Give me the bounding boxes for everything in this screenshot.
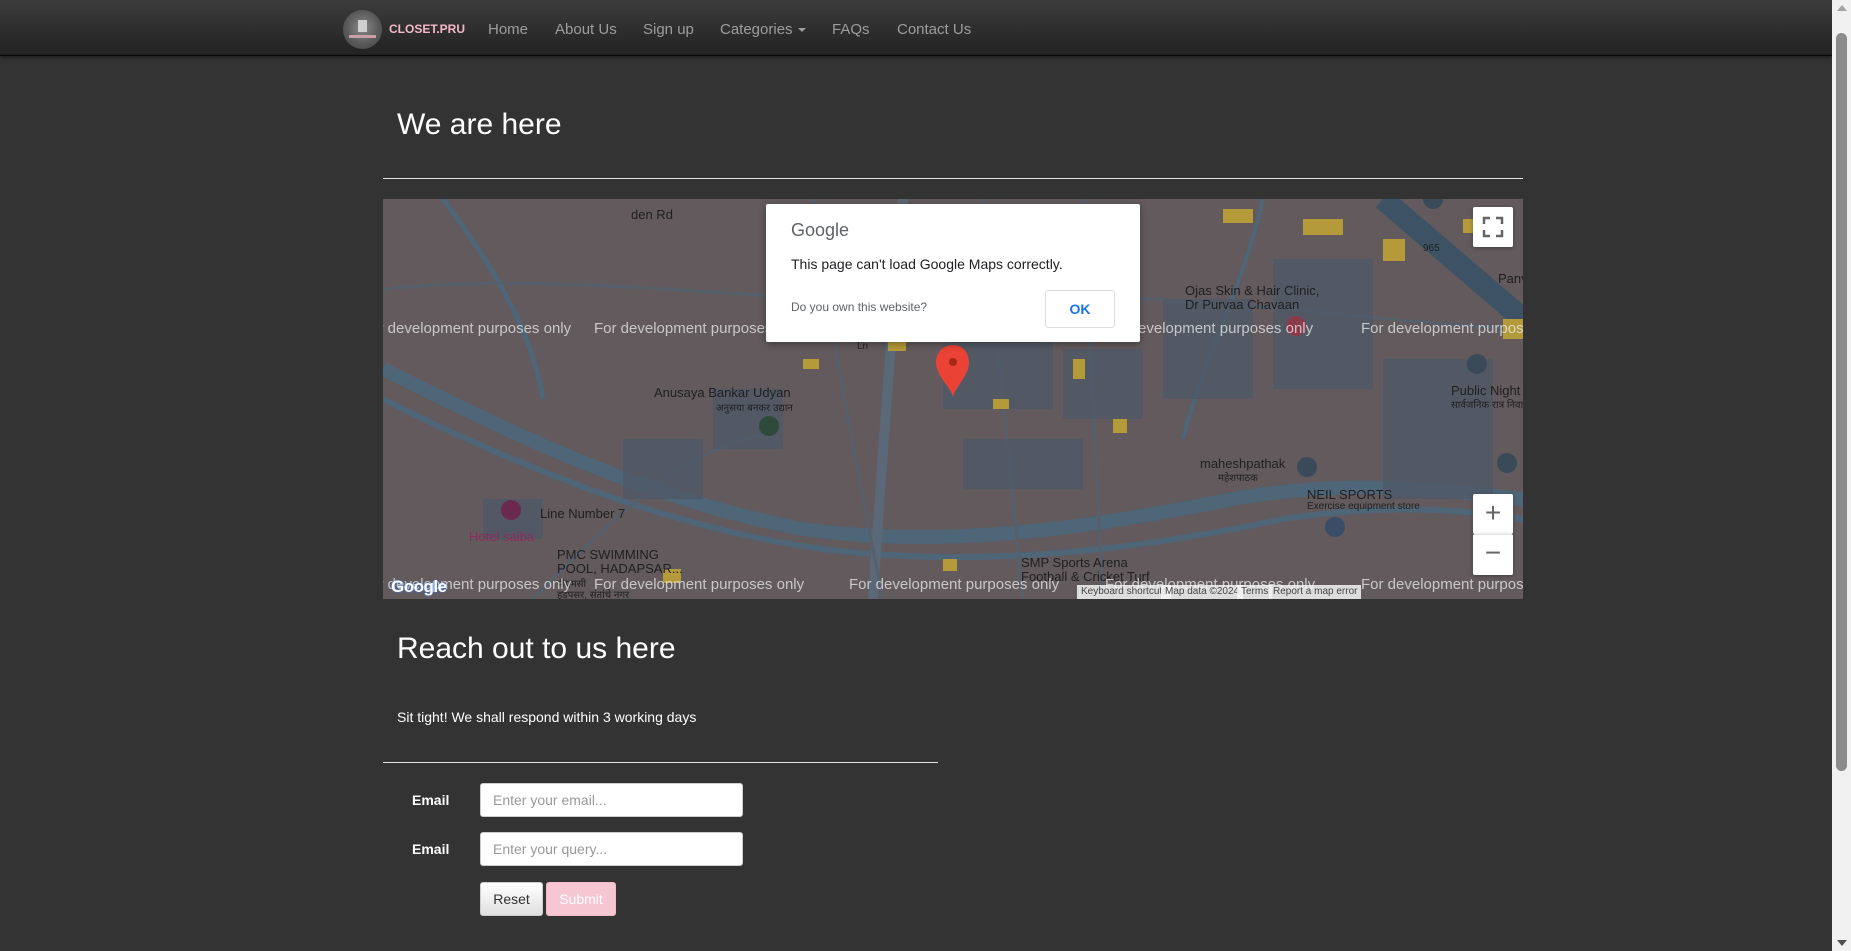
map-label: SMP Sports Arena [1021,555,1128,570]
nav-home[interactable]: Home [488,21,528,38]
zoom-out-button[interactable]: − [1473,534,1513,575]
dev-watermark: For development purposes only [1361,576,1523,593]
dev-watermark: For development purposes only [383,320,572,337]
caret-down-icon [797,28,806,33]
map-label: Hotel saiba [469,529,535,544]
nav-contact-us[interactable]: Contact Us [897,21,971,38]
map-label: Panv [1498,271,1523,286]
map-label: den Rd [631,207,673,222]
keyboard-shortcuts-link[interactable]: Keyboard shortcuts [1077,585,1172,599]
page-scrollbar[interactable] [1832,0,1851,951]
map-label: सार्वजनिक रात्र निवा [1451,400,1523,411]
contact-subtext: Sit tight! We shall respond within 3 wor… [397,709,697,725]
map-label: Dr Purvaa Chavaan [1185,297,1300,312]
brand-name[interactable]: CLOSET.PRU [389,22,465,36]
email-field[interactable] [480,783,743,817]
map-label: POOL, HADAPSAR... [557,561,683,576]
dialog-ok-button[interactable]: OK [1045,290,1115,328]
map-label: maheshpathak [1200,456,1286,471]
dev-watermark: For development purposes only [1361,320,1523,337]
nav-sign-up[interactable]: Sign up [643,21,694,38]
google-logo-text: Google [391,577,447,596]
nav-categories-label: Categories [720,21,793,38]
scroll-thumb[interactable] [1836,33,1847,771]
map-label: अनुसया बनकर उद्यान [716,403,793,414]
fullscreen-button[interactable] [1473,207,1513,247]
logo-text-mark [349,35,376,38]
google-logo[interactable]: Google [391,577,447,597]
nav-about-us[interactable]: About Us [555,21,617,38]
maps-error-dialog: Google This page can't load Google Maps … [766,204,1140,342]
contact-section-title: Reach out to us here [397,632,676,665]
fullscreen-icon [1482,216,1504,238]
nav-categories-dropdown[interactable]: Categories [720,21,806,38]
top-navbar: CLOSET.PRU Home About Us Sign up Categor… [0,0,1832,56]
map-label: NEIL SPORTS [1307,487,1393,502]
scroll-up-arrow-icon[interactable] [1837,5,1847,11]
map-section-title: We are here [397,108,562,141]
map-label: Anusaya Bankar Udyan [654,385,791,400]
dialog-google-logo: Google [791,220,850,240]
section-divider [383,178,1523,179]
dialog-own-site-text: Do you own this website? [791,300,928,314]
zoom-in-button[interactable]: + [1473,494,1513,534]
query-label: Email [412,841,450,857]
map-label: Exercise equipment store [1307,501,1420,512]
map-label: Ojas Skin & Hair Clinic, [1185,283,1320,298]
map-data-attribution: Map data ©2024 [1161,585,1244,599]
dialog-message: This page can't load Google Maps correct… [791,256,1063,272]
dev-watermark: For development purposes only [594,576,805,593]
submit-button[interactable]: Submit [546,882,616,916]
map-label: Public Night [1451,383,1521,398]
logo-mark [358,20,367,32]
map-label: Line Number 7 [540,506,626,521]
nav-faqs[interactable]: FAQs [832,21,870,38]
map-label: PMC SWIMMING [557,547,659,562]
report-map-error-link[interactable]: Report a map error [1269,585,1362,599]
query-field[interactable] [480,832,743,866]
map-label: महेशपाठक [1218,473,1258,484]
brand-logo[interactable] [343,10,382,49]
form-divider [383,762,938,763]
email-label: Email [412,792,450,808]
dev-watermark: For development purposes only [849,576,1060,593]
reset-button[interactable]: Reset [480,882,543,916]
terms-link[interactable]: Terms [1237,585,1273,599]
map-label: 965 [1423,243,1440,254]
map-label: Ln [857,341,869,352]
scroll-down-arrow-icon[interactable] [1837,940,1847,946]
